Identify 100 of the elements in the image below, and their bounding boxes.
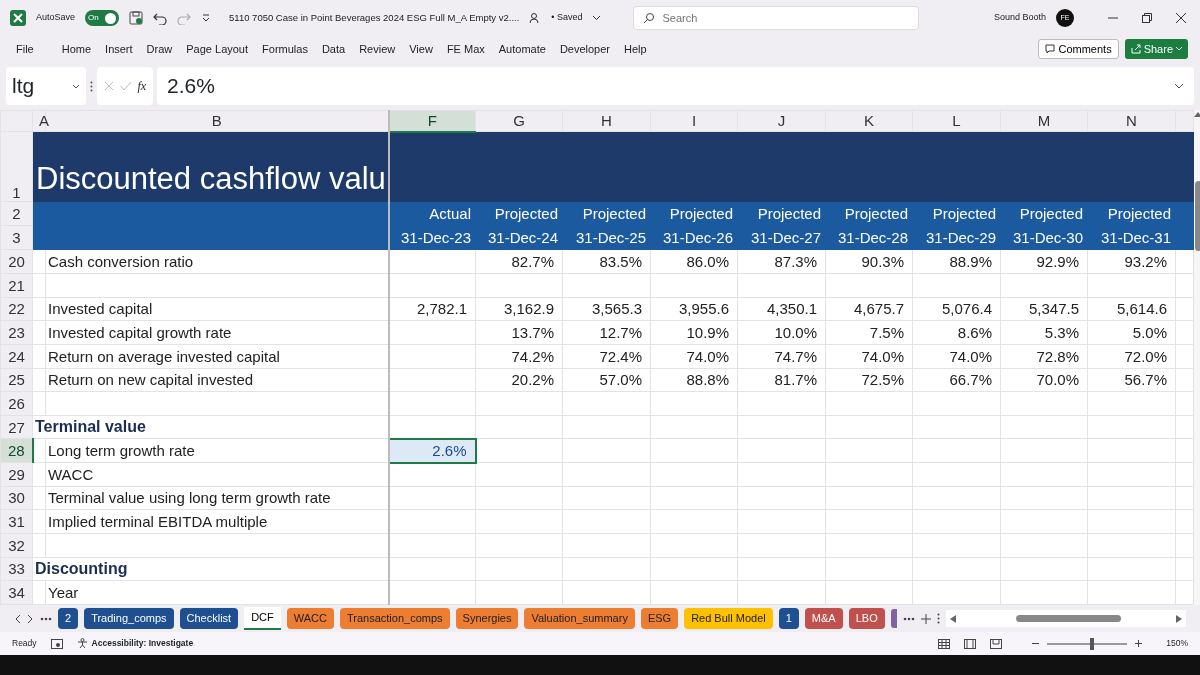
insert-function-button[interactable]: fx — [137, 77, 147, 95]
page-layout-icon[interactable] — [964, 638, 977, 649]
table-cell: 3,955.6 — [650, 297, 738, 321]
row-header[interactable]: 33 — [0, 557, 33, 581]
expand-caret-icon[interactable] — [1174, 83, 1184, 89]
scroll-left-icon[interactable] — [949, 614, 956, 623]
sheet-tab[interactable]: Red Bull Model — [684, 608, 773, 629]
restore-icon[interactable] — [1142, 13, 1152, 23]
row-label: Long term growth rate — [45, 438, 389, 463]
scroll-up-icon[interactable] — [1194, 112, 1200, 117]
row-header[interactable]: 3 — [0, 225, 33, 250]
column-header[interactable]: I — [650, 110, 738, 132]
sheet-tab[interactable] — [890, 609, 897, 628]
header-cell: 31-Dec-27 — [737, 225, 826, 250]
macro-record-icon[interactable] — [50, 638, 63, 649]
normal-view-icon[interactable] — [938, 638, 951, 649]
share-button[interactable]: Share — [1124, 38, 1188, 60]
menu-tab[interactable]: Formulas — [255, 40, 315, 58]
row-header[interactable]: 30 — [0, 486, 33, 510]
row-header[interactable]: 22 — [0, 297, 33, 321]
more-options-icon[interactable] — [90, 80, 93, 92]
zoom-slider-thumb[interactable] — [1090, 637, 1095, 650]
menu-tab[interactable]: Help — [617, 40, 654, 58]
scrollbar-thumb[interactable] — [1194, 181, 1200, 251]
sheet-tab[interactable]: 1 — [778, 608, 799, 629]
add-sheet-icon[interactable] — [920, 613, 931, 624]
column-header[interactable]: K — [825, 110, 913, 132]
more-sheets-icon[interactable] — [40, 616, 52, 621]
options-icon[interactable] — [936, 613, 940, 624]
row-header[interactable]: 20 — [0, 249, 33, 274]
sheet-tab[interactable]: DCF — [244, 607, 281, 630]
column-header[interactable]: J — [737, 110, 826, 132]
row-header[interactable]: 34 — [0, 580, 33, 605]
autosave-toggle[interactable]: On — [85, 10, 120, 26]
comments-button[interactable]: Comments — [1038, 38, 1119, 60]
previous-sheet-icon[interactable] — [14, 613, 21, 624]
scrollbar-thumb[interactable] — [1015, 615, 1121, 622]
sheet-tab[interactable]: Transaction_comps — [339, 608, 450, 629]
menu-tab[interactable]: View — [402, 40, 440, 58]
sheet-tab[interactable]: ESG — [640, 608, 679, 629]
menu-tab[interactable]: Draw — [139, 40, 180, 58]
search-field[interactable]: Search — [633, 6, 920, 30]
next-sheet-icon[interactable] — [27, 613, 34, 624]
spreadsheet-logo-icon — [10, 10, 26, 26]
table-cell: 4,350.1 — [737, 297, 826, 321]
sheet-tab[interactable]: Synergies — [455, 608, 519, 629]
column-header[interactable]: F — [388, 110, 476, 132]
row-header[interactable]: 31 — [0, 509, 33, 534]
row-header[interactable]: 21 — [0, 273, 33, 298]
customize-caret-icon[interactable] — [201, 13, 212, 23]
row-header[interactable]: 32 — [0, 533, 33, 558]
row-header[interactable]: 25 — [0, 368, 33, 392]
undo-icon[interactable] — [153, 11, 168, 25]
file-title[interactable]: 5110 7050 Case in Point Beverages 2024 ESG Full M_A Empty v2.... — [229, 10, 520, 26]
sheet-tab[interactable]: WACC — [286, 608, 334, 629]
sheet-tab[interactable]: Checklist — [179, 608, 239, 629]
column-header[interactable]: M — [1000, 110, 1088, 132]
row-header[interactable]: 24 — [0, 344, 33, 369]
menu-tab[interactable]: Review — [352, 40, 403, 58]
save-icon[interactable] — [129, 11, 144, 25]
menu-tab[interactable]: Page Layout — [179, 40, 256, 58]
menu-tab[interactable]: Data — [314, 40, 353, 58]
row-header[interactable]: 28 — [0, 438, 33, 463]
menu-tab[interactable]: Developer — [552, 40, 617, 58]
menu-tab[interactable]: Automate — [491, 40, 553, 58]
menu-tab[interactable]: Insert — [98, 40, 140, 58]
sheet-tab[interactable]: 2 — [58, 608, 79, 629]
page-break-icon[interactable] — [990, 638, 1003, 649]
active-cell[interactable]: 2.6% — [388, 438, 476, 463]
sheet-tab[interactable]: M&A — [804, 608, 843, 629]
menu-tab[interactable]: Home — [54, 40, 99, 58]
row-header[interactable]: 26 — [0, 391, 33, 416]
column-header[interactable]: L — [912, 110, 1001, 132]
column-header[interactable]: H — [562, 110, 651, 132]
accessibility-status[interactable]: Accessibility: Investigate — [76, 637, 194, 650]
column-header[interactable]: G — [475, 110, 563, 132]
row-header[interactable]: 29 — [0, 462, 33, 487]
scroll-right-icon[interactable] — [1176, 614, 1182, 623]
check-icon[interactable] — [119, 81, 132, 91]
sheet-tab[interactable]: Trading_comps — [84, 608, 174, 629]
zoom-out-icon[interactable] — [1032, 640, 1040, 647]
caret-icon — [72, 83, 80, 89]
menu-tab[interactable]: FE Max — [439, 40, 492, 58]
row-header[interactable]: 27 — [0, 415, 33, 439]
formula-input[interactable]: 2.6% — [167, 70, 215, 102]
more-sheets-icon[interactable] — [902, 616, 915, 621]
close-icon[interactable] — [1176, 13, 1186, 23]
row-header[interactable]: 1 — [0, 131, 33, 202]
row-header[interactable]: 23 — [0, 320, 33, 345]
zoom-in-icon[interactable] — [1135, 640, 1143, 647]
menu-tab[interactable]: File — [16, 40, 41, 58]
user-icon — [529, 12, 542, 24]
sheet-tab[interactable]: Valuation_summary — [524, 608, 635, 629]
table-cell: 83.5% — [562, 249, 651, 274]
name-box[interactable]: ltg — [6, 67, 86, 105]
row-header[interactable]: 2 — [0, 201, 33, 226]
chevron-down-icon[interactable] — [592, 15, 602, 21]
column-header[interactable]: N — [1087, 110, 1176, 132]
sheet-tab[interactable]: LBO — [848, 608, 885, 629]
zoom-level[interactable]: 150% — [1166, 637, 1188, 650]
